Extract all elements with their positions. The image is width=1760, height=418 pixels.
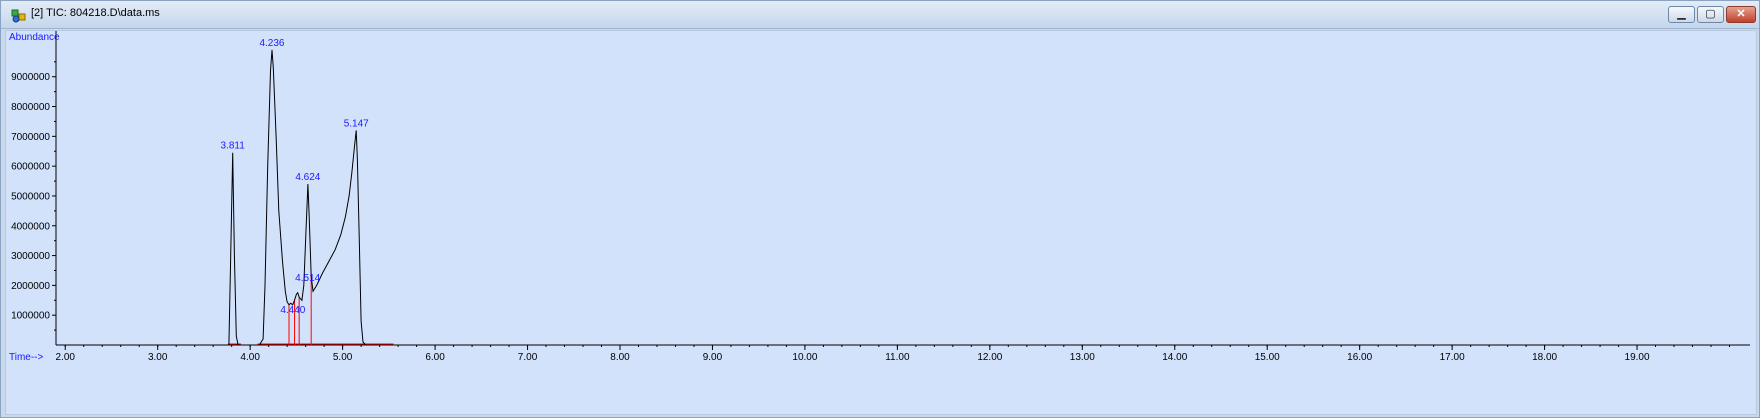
y-tick-label: 9000000 [11, 72, 50, 83]
x-tick-label: 13.00 [1070, 352, 1095, 363]
x-tick-label: 6.00 [425, 352, 445, 363]
y-tick-label: 8000000 [11, 102, 50, 113]
x-tick-label: 19.00 [1625, 352, 1650, 363]
close-button[interactable]: ✕ [1726, 6, 1756, 23]
x-tick-label: 8.00 [610, 352, 630, 363]
x-tick-label: 10.00 [792, 352, 817, 363]
peak-label: 4.514 [295, 273, 320, 284]
maximize-icon: ▢ [1705, 8, 1716, 20]
x-tick-label: 17.00 [1440, 352, 1465, 363]
y-tick-label: 3000000 [11, 251, 50, 262]
title-bar[interactable]: [2] TIC: 804218.D\data.ms ▁ ▢ ✕ [1, 1, 1759, 29]
chromatogram-icon [11, 9, 26, 23]
peak-label: 4.624 [295, 172, 320, 183]
chromatogram-window: [2] TIC: 804218.D\data.ms ▁ ▢ ✕ Abundanc… [0, 0, 1760, 418]
close-icon: ✕ [1736, 8, 1746, 20]
y-axis-label: Abundance [9, 32, 60, 43]
y-tick-label: 6000000 [11, 162, 50, 173]
peak-label: 4.236 [259, 38, 284, 49]
y-tick-label: 2000000 [11, 281, 50, 292]
tic-chromatogram-chart: Abundance Time--> 1000000 2000000 3000000 400… [9, 31, 1750, 363]
peak-label: 3.811 [221, 141, 246, 152]
minimize-icon: ▁ [1677, 8, 1686, 20]
x-tick-label: 12.00 [977, 352, 1002, 363]
y-tick-label: 4000000 [11, 221, 50, 232]
y-tick-label: 7000000 [11, 132, 50, 143]
x-tick-label: 11.00 [885, 352, 910, 363]
tic-trace-line [56, 49, 1748, 346]
x-tick-label: 15.00 [1255, 352, 1280, 363]
x-axis-label: Time--> [9, 352, 44, 363]
x-tick-label: 16.00 [1347, 352, 1372, 363]
x-tick-label: 3.00 [148, 352, 168, 363]
window-title: [2] TIC: 804218.D\data.ms [31, 7, 160, 19]
peak-label: 5.147 [344, 118, 369, 129]
peak-label: 4.440 [280, 305, 305, 316]
x-tick-label: 14.00 [1162, 352, 1187, 363]
x-tick-label: 9.00 [703, 352, 723, 363]
y-tick-label: 5000000 [11, 191, 50, 202]
x-tick-label: 5.00 [333, 352, 353, 363]
minimize-button[interactable]: ▁ [1668, 6, 1695, 23]
x-tick-label: 7.00 [518, 352, 538, 363]
y-tick-label: 1000000 [11, 311, 50, 322]
chromatogram-plot-area[interactable]: Abundance Time--> 1000000 2000000 3000000 400… [5, 30, 1757, 415]
x-tick-label: 4.00 [240, 352, 260, 363]
maximize-button[interactable]: ▢ [1697, 6, 1724, 23]
x-tick-label: 2.00 [56, 352, 76, 363]
x-tick-label: 18.00 [1532, 352, 1557, 363]
